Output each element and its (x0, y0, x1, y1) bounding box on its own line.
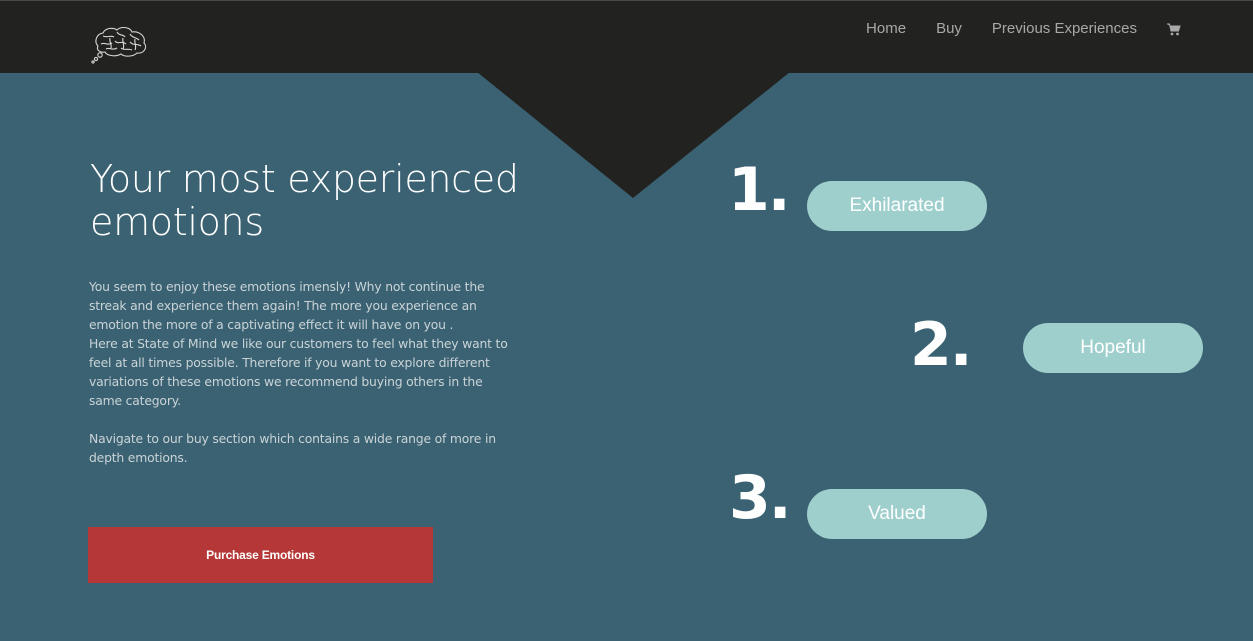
intro-text: You seem to enjoy these emotions imensly… (89, 277, 509, 467)
nav-link-buy[interactable]: Buy (936, 19, 962, 39)
shopping-cart-icon[interactable] (1167, 21, 1183, 37)
emotion-pill-valued[interactable]: Valued (807, 489, 987, 539)
purchase-emotions-button[interactable]: Purchase Emotions (88, 527, 433, 583)
buy-section-hint: Navigate to our buy section which contai… (89, 431, 496, 465)
nav-link-previous-experiences[interactable]: Previous Experiences (992, 19, 1137, 39)
emotion-rank-3: 3. (729, 463, 792, 533)
emotion-rank-2: 2. (910, 310, 973, 380)
top-navigation-bar: Home Buy Previous Experiences (0, 0, 1253, 73)
emotion-rank-1: 1. (728, 155, 791, 225)
page: Home Buy Previous Experiences Your most … (0, 0, 1253, 641)
intro-paragraph-line-1: You seem to enjoy these emotions imensly… (89, 279, 485, 332)
main-navigation: Home Buy Previous Experiences (836, 19, 1183, 39)
brain-logo-icon[interactable] (90, 24, 152, 64)
emotion-pill-hopeful[interactable]: Hopeful (1023, 323, 1203, 373)
intro-paragraph-line-2: Here at State of Mind we like our custom… (89, 336, 508, 408)
page-title: Your most experienced emotions (90, 157, 519, 244)
nav-link-home[interactable]: Home (866, 19, 906, 39)
emotion-pill-exhilarated[interactable]: Exhilarated (807, 181, 987, 231)
